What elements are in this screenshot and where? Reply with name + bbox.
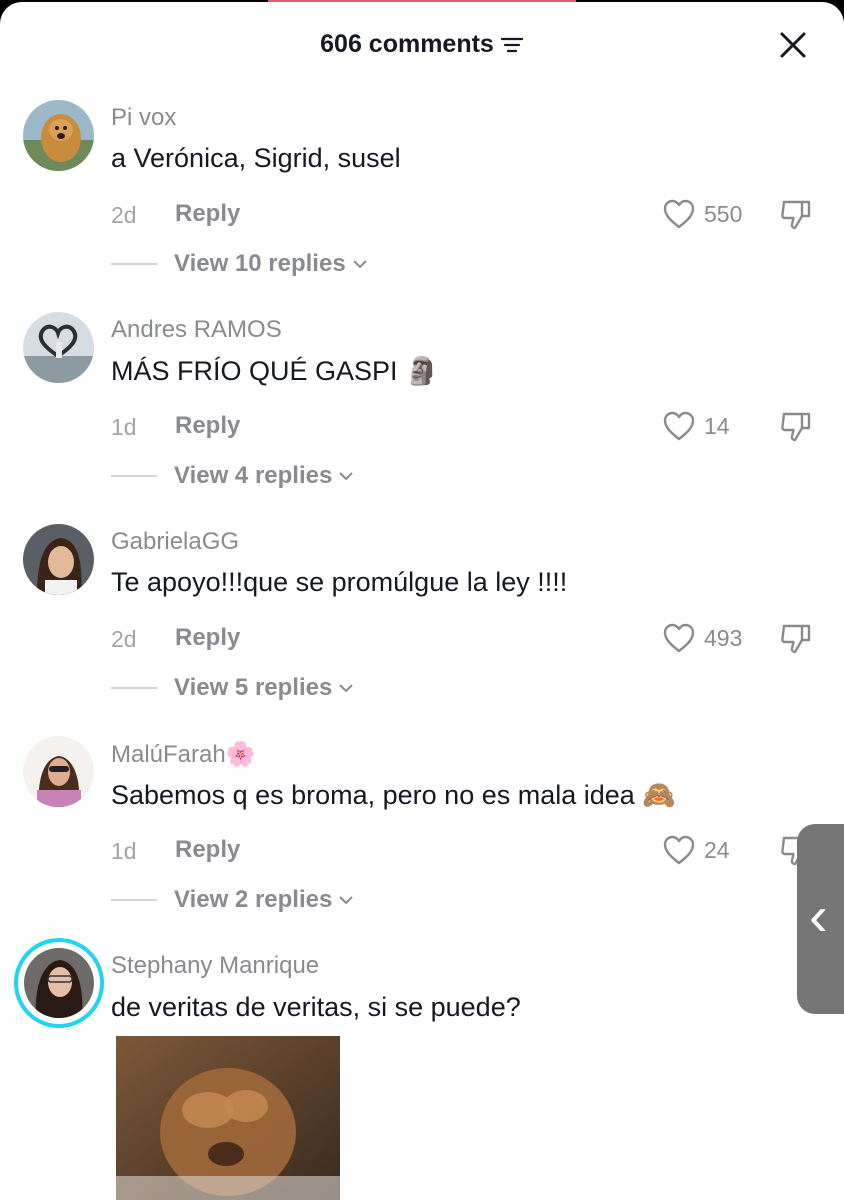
chevron-down-icon <box>339 896 354 905</box>
comment-username[interactable]: Andres RAMOS <box>111 316 282 344</box>
comment-username[interactable]: GabrielaGG <box>111 528 239 556</box>
close-icon[interactable] <box>778 30 808 60</box>
comment-text: de veritas de veritas, si se puede? <box>111 992 521 1022</box>
reply-button[interactable]: Reply <box>175 200 240 228</box>
avatar[interactable] <box>23 524 94 595</box>
avatar[interactable] <box>23 100 94 171</box>
heart-icon <box>663 199 695 229</box>
view-replies-label: View 4 replies <box>174 462 333 489</box>
comment-time: 2d <box>111 626 137 652</box>
dislike-icon[interactable] <box>778 198 814 232</box>
comments-count-title[interactable]: 606 comments <box>0 30 844 59</box>
view-replies-label: View 10 replies <box>174 250 346 277</box>
comment-username[interactable]: Stephany Manrique <box>111 952 319 980</box>
comment-username[interactable]: MalúFarah🌸 <box>111 740 256 769</box>
comment-gif-image[interactable] <box>116 1036 340 1200</box>
heart-icon <box>663 411 695 441</box>
like-count: 493 <box>704 624 743 651</box>
replies-divider <box>111 475 157 477</box>
view-replies-button[interactable]: View 4 replies <box>174 462 354 490</box>
comments-header: 606 comments <box>0 2 844 90</box>
replies-divider <box>111 687 157 689</box>
comments-count: 606 comments <box>320 30 494 58</box>
dislike-icon[interactable] <box>778 410 814 444</box>
like-count: 24 <box>704 836 730 863</box>
view-replies-label: View 2 replies <box>174 886 333 913</box>
like-button[interactable]: 14 <box>662 410 730 442</box>
view-replies-button[interactable]: View 5 replies <box>174 674 354 702</box>
heart-icon <box>663 623 695 653</box>
like-count: 550 <box>704 200 743 227</box>
like-button[interactable]: 493 <box>662 622 742 654</box>
story-ring[interactable] <box>14 938 104 1028</box>
reply-button[interactable]: Reply <box>175 624 240 652</box>
avatar[interactable] <box>23 312 94 383</box>
like-count: 14 <box>704 412 730 439</box>
like-button[interactable]: 24 <box>662 834 730 866</box>
like-button[interactable]: 550 <box>662 198 742 230</box>
view-replies-label: View 5 replies <box>174 674 333 701</box>
side-panel-handle[interactable]: ‹ <box>797 824 844 1014</box>
chevron-down-icon <box>339 472 354 481</box>
comment-text: Te apoyo!!!que se promúlgue la ley !!!! <box>111 567 568 597</box>
chevron-down-icon <box>339 684 354 693</box>
comment-text: a Verónica, Sigrid, susel <box>111 143 401 173</box>
comment-username[interactable]: Pi vox <box>111 104 176 132</box>
comment-text: MÁS FRÍO QUÉ GASPI 🗿 <box>111 356 439 386</box>
chevron-down-icon <box>352 260 367 269</box>
reply-button[interactable]: Reply <box>175 412 240 440</box>
comment-time: 1d <box>111 838 137 864</box>
comment-text: Sabemos q es broma, pero no es mala idea… <box>111 780 676 810</box>
comment-time: 1d <box>111 414 137 440</box>
filter-icon[interactable] <box>500 35 524 55</box>
reply-button[interactable]: Reply <box>175 836 240 864</box>
dislike-icon[interactable] <box>778 622 814 656</box>
avatar[interactable] <box>23 736 94 807</box>
comment-time: 2d <box>111 202 137 228</box>
view-replies-button[interactable]: View 10 replies <box>174 250 368 278</box>
replies-divider <box>111 263 157 265</box>
heart-icon <box>663 835 695 865</box>
chevron-left-icon: ‹ <box>809 884 828 947</box>
avatar <box>24 948 94 1018</box>
comments-sheet: 606 comments Pi vox a Verónica, Sigrid, … <box>0 2 844 1200</box>
replies-divider <box>111 899 157 901</box>
view-replies-button[interactable]: View 2 replies <box>174 886 354 914</box>
